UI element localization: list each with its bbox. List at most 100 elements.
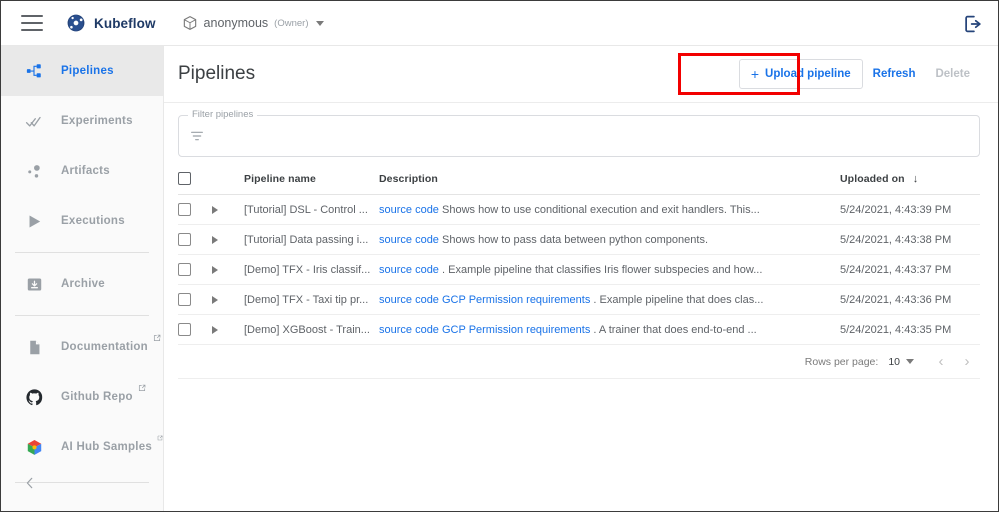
pipelines-icon	[23, 60, 45, 82]
page-title: Pipelines	[178, 63, 255, 85]
chevron-right-icon[interactable]	[212, 236, 218, 244]
description-text: . Example pipeline that classifies Iris …	[442, 264, 762, 276]
namespace-label: anonymous	[204, 16, 269, 30]
filter-icon	[189, 128, 205, 144]
row-checkbox[interactable]	[178, 233, 191, 246]
sidebar-item-label: Experiments	[61, 115, 133, 127]
sidebar-item-ai-hub-samples[interactable]: AI Hub Samples	[1, 422, 163, 472]
logout-icon	[962, 13, 984, 35]
chevron-down-icon	[316, 21, 324, 26]
description-link[interactable]: source code	[379, 264, 439, 276]
rows-per-page-value[interactable]: 10	[888, 356, 900, 368]
description-link[interactable]: GCP Permission requirements	[442, 324, 590, 336]
description-link[interactable]: source code	[379, 234, 439, 246]
uploaded-on-cell: 5/24/2021, 4:43:39 PM	[840, 204, 980, 216]
logout-button[interactable]	[962, 13, 984, 35]
select-all-checkbox[interactable]	[178, 172, 191, 185]
previous-page-button[interactable]: ‹	[928, 353, 954, 370]
pipeline-name-cell[interactable]: [Demo] TFX - Iris classif...	[244, 264, 379, 276]
uploaded-on-cell: 5/24/2021, 4:43:37 PM	[840, 264, 980, 276]
sidebar-item-github-repo[interactable]: Github Repo	[1, 372, 163, 422]
namespace-selector[interactable]: anonymous (Owner)	[182, 15, 325, 31]
description-link[interactable]: GCP Permission requirements	[442, 294, 590, 306]
row-expand-cell	[212, 266, 244, 274]
document-icon	[23, 336, 45, 358]
row-checkbox[interactable]	[178, 293, 191, 306]
refresh-button[interactable]: Refresh	[863, 68, 926, 80]
page-header: Pipelines + Upload pipeline Refresh Dele…	[164, 46, 999, 103]
external-link-icon	[138, 384, 146, 392]
row-checkbox[interactable]	[178, 263, 191, 276]
ai-hub-icon	[23, 436, 45, 458]
chevron-right-icon[interactable]	[212, 296, 218, 304]
sidebar-item-executions[interactable]: Executions	[1, 196, 163, 246]
chevron-down-icon[interactable]	[906, 359, 914, 364]
row-checkbox[interactable]	[178, 203, 191, 216]
pipeline-name-cell[interactable]: [Tutorial] Data passing i...	[244, 234, 379, 246]
description-link[interactable]: source code	[379, 324, 439, 336]
main-content: Pipelines + Upload pipeline Refresh Dele…	[164, 46, 999, 512]
delete-button: Delete	[925, 68, 980, 80]
row-select-cell	[178, 203, 212, 216]
github-icon	[23, 386, 45, 408]
sidebar-item-artifacts[interactable]: Artifacts	[1, 146, 163, 196]
filter-section: Filter pipelines	[164, 103, 999, 157]
description-cell: source code GCP Permission requirements …	[379, 294, 840, 306]
description-link[interactable]: source code	[379, 204, 439, 216]
table-row[interactable]: [Tutorial] Data passing i...source code …	[178, 225, 980, 255]
upload-pipeline-label: Upload pipeline	[765, 68, 851, 80]
kubeflow-logo[interactable]: Kubeflow	[65, 12, 156, 34]
top-bar: Kubeflow anonymous (Owner)	[1, 1, 999, 46]
column-header-uploaded-on-label: Uploaded on	[840, 173, 905, 185]
pipeline-name-cell[interactable]: [Tutorial] DSL - Control ...	[244, 204, 379, 216]
table-row[interactable]: [Demo] TFX - Taxi tip pr...source code G…	[178, 285, 980, 315]
row-expand-cell	[212, 326, 244, 334]
column-header-pipeline-name[interactable]: Pipeline name	[244, 173, 379, 185]
description-link[interactable]: source code	[379, 294, 439, 306]
chevron-right-icon[interactable]	[212, 266, 218, 274]
rows-per-page-label: Rows per page:	[805, 356, 879, 368]
column-header-description[interactable]: Description	[379, 173, 840, 185]
uploaded-on-cell: 5/24/2021, 4:43:38 PM	[840, 234, 980, 246]
external-link-icon	[153, 334, 161, 342]
chevron-right-icon[interactable]	[212, 206, 218, 214]
row-checkbox[interactable]	[178, 323, 191, 336]
hamburger-icon[interactable]	[21, 15, 43, 31]
upload-pipeline-button[interactable]: + Upload pipeline	[739, 59, 863, 89]
chevron-left-icon	[23, 476, 37, 490]
row-expand-cell	[212, 236, 244, 244]
table-header-row: Pipeline name Description Uploaded on ↓	[178, 169, 980, 195]
filter-field[interactable]: Filter pipelines	[178, 115, 980, 157]
brand-label: Kubeflow	[94, 16, 156, 31]
next-page-button[interactable]: ›	[954, 353, 980, 370]
table-row[interactable]: [Demo] TFX - Iris classif...source code …	[178, 255, 980, 285]
sidebar-item-documentation[interactable]: Documentation	[1, 322, 163, 372]
sidebar-collapse-button[interactable]	[1, 476, 163, 495]
sidebar-item-experiments[interactable]: Experiments	[1, 96, 163, 146]
artifacts-icon	[23, 160, 45, 182]
sidebar-item-label: Github Repo	[61, 391, 133, 403]
pipeline-name-cell[interactable]: [Demo] TFX - Taxi tip pr...	[244, 294, 379, 306]
plus-icon: +	[751, 67, 759, 81]
description-cell: source code . Example pipeline that clas…	[379, 264, 840, 276]
sidebar-item-archive[interactable]: Archive	[1, 259, 163, 309]
table-row[interactable]: [Demo] XGBoost - Train...source code GCP…	[178, 315, 980, 345]
executions-icon	[23, 210, 45, 232]
row-expand-cell	[212, 296, 244, 304]
sidebar-item-label: Executions	[61, 215, 125, 227]
kubeflow-logo-icon	[65, 12, 87, 34]
table-row[interactable]: [Tutorial] DSL - Control ...source code …	[178, 195, 980, 225]
chevron-right-icon[interactable]	[212, 326, 218, 334]
uploaded-on-cell: 5/24/2021, 4:43:35 PM	[840, 324, 980, 336]
sort-descending-icon: ↓	[913, 173, 919, 185]
description-text: . A trainer that does end-to-end ...	[593, 324, 756, 336]
filter-input[interactable]	[215, 128, 926, 144]
sidebar-divider	[15, 252, 149, 253]
pipelines-table: Pipeline name Description Uploaded on ↓ …	[178, 169, 980, 379]
kubeflow-pipelines-app: Kubeflow anonymous (Owner)	[0, 0, 999, 512]
pipeline-name-cell[interactable]: [Demo] XGBoost - Train...	[244, 324, 379, 336]
sidebar-item-label: Pipelines	[61, 65, 114, 77]
uploaded-on-cell: 5/24/2021, 4:43:36 PM	[840, 294, 980, 306]
column-header-uploaded-on[interactable]: Uploaded on ↓	[840, 173, 980, 185]
sidebar-item-pipelines[interactable]: Pipelines	[1, 46, 163, 96]
